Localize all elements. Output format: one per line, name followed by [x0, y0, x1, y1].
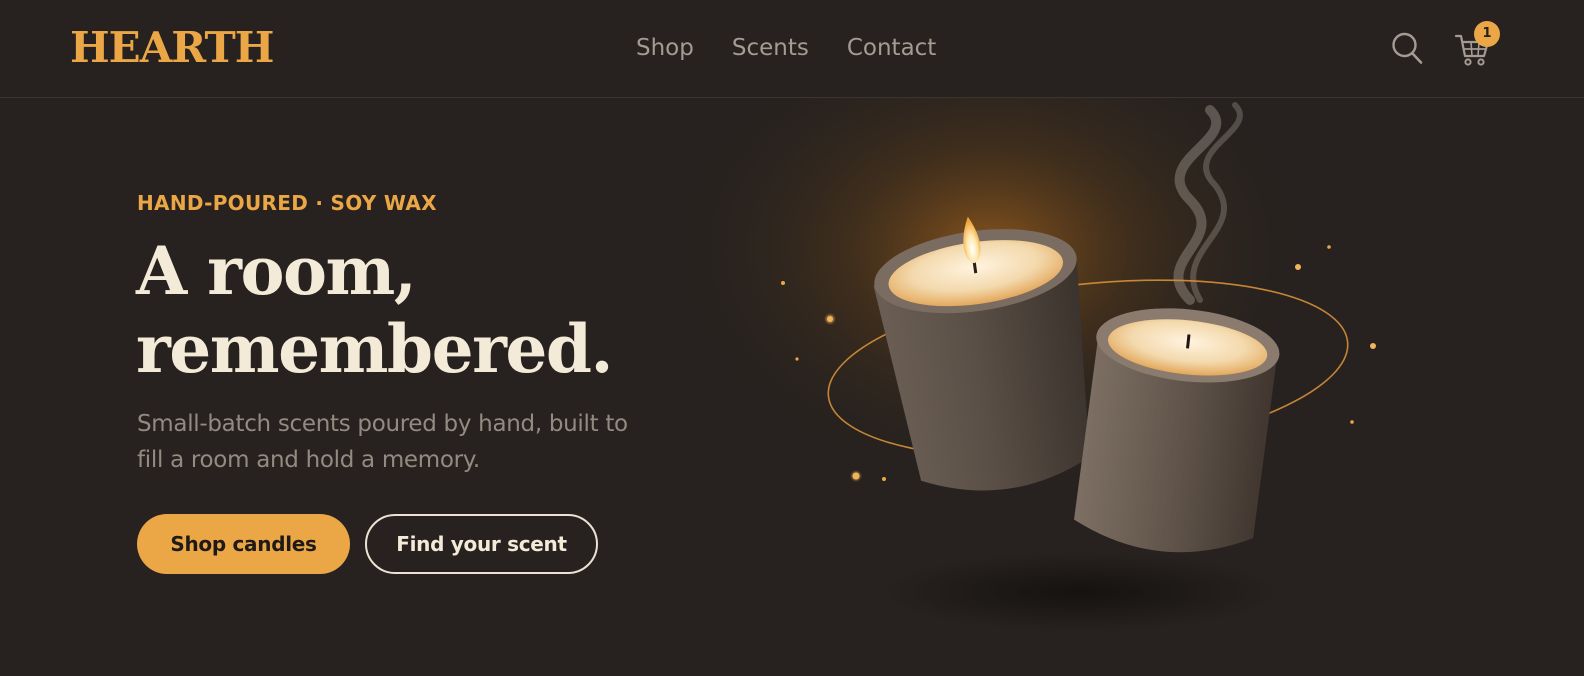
hero-headline-line-2: remembered. [136, 310, 613, 388]
hero-subcopy: Small-batch scents poured by hand, built… [137, 411, 628, 473]
search-button[interactable] [1390, 30, 1424, 66]
search-icon [1392, 32, 1423, 64]
nav-links: Shop Scents Contact [636, 34, 936, 62]
find-your-scent-button[interactable]: Find your scent [365, 514, 598, 574]
hero-eyebrow: HAND-POURED · SOY WAX [137, 191, 437, 215]
hero-headline: A room, remembered. [136, 232, 613, 388]
top-nav: HEARTH Shop Scents Contact 1 [0, 0, 1584, 98]
candles-image [670, 20, 1376, 632]
nav-link-scents[interactable]: Scents [732, 34, 809, 62]
hero-headline-line-1: A room, [136, 232, 417, 310]
hero-candle-illustration [620, 20, 1584, 672]
nav-link-contact[interactable]: Contact [847, 34, 936, 62]
nav-link-shop[interactable]: Shop [636, 34, 694, 62]
shop-candles-button[interactable]: Shop candles [137, 514, 350, 574]
brand-logo[interactable]: HEARTH [70, 22, 274, 74]
cart-count-badge: 1 [1474, 21, 1500, 47]
